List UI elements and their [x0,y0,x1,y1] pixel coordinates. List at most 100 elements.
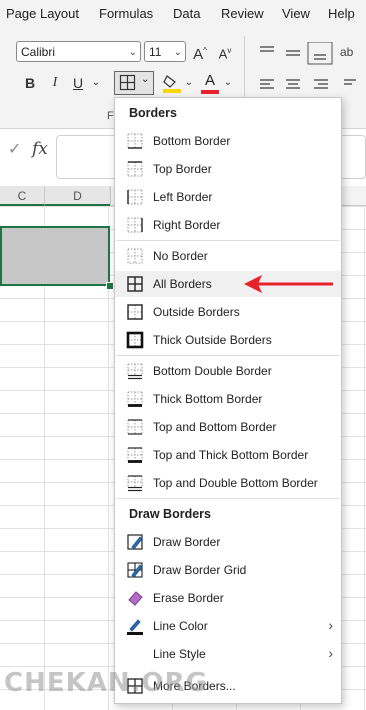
all-borders-icon [127,276,143,292]
paint-bucket-icon [163,75,181,93]
font-color-icon: A [205,72,216,89]
watermark: CHEKAN.ORG [4,668,208,698]
menu-item-label: Draw Border Grid [153,563,247,577]
ribbon-tab-bar: Page Layout Formulas Data Review View He… [0,0,366,30]
fill-color-button[interactable] [162,72,184,96]
menu-item-label: Draw Border [153,535,221,549]
chevron-down-icon[interactable]: ⌄ [222,72,234,94]
draw-border-icon [127,534,143,550]
no-border-icon [127,248,143,264]
eraser-icon [128,591,143,606]
selected-range[interactable] [0,226,110,286]
menu-item-label: Right Border [153,218,221,232]
font-color-bar [201,90,219,94]
menu-item-line-style[interactable]: Line Style › [115,641,341,667]
column-header-c[interactable]: C [0,186,44,206]
increase-font-icon: A [193,46,204,63]
tab-data[interactable]: Data [173,6,200,21]
font-size-value: 11 [149,45,162,59]
underline-button[interactable]: U [68,72,88,94]
menu-item-top-and-double-bottom-border[interactable]: Top and Double Bottom Border [115,470,341,496]
tab-help[interactable]: Help [328,6,355,21]
font-name-combo[interactable]: Calibri ⌄ [16,41,141,62]
thick-bottom-border-icon [127,391,143,407]
font-name-value: Calibri [21,45,56,59]
menu-item-no-border[interactable]: No Border [115,243,341,269]
top-and-double-bottom-border-icon [127,475,143,492]
menu-header-borders: Borders [129,106,177,120]
menu-item-label: Top and Double Bottom Border [153,476,318,490]
menu-item-right-border[interactable]: Right Border [115,212,341,238]
menu-item-top-border[interactable]: Top Border [115,156,341,182]
increase-font-size-button[interactable]: A^ [190,40,210,66]
chevron-down-icon[interactable]: ⌄ [183,72,195,94]
font-color-button[interactable]: A [200,72,222,96]
bottom-double-border-icon [127,363,143,380]
chevron-right-icon: › [328,617,333,633]
menu-item-draw-border-grid[interactable]: Draw Border Grid [115,557,341,583]
top-and-thick-bottom-border-icon [127,447,143,463]
line-color-icon [127,619,143,635]
borders-menu: Borders Bottom Border Top Border Left Bo… [114,97,342,704]
chevron-down-icon: ⌄ [173,47,182,58]
menu-item-label: Thick Bottom Border [153,392,263,406]
bottom-border-icon [127,133,143,149]
menu-item-label: Bottom Double Border [153,364,272,378]
tab-page-layout[interactable]: Page Layout [6,6,79,21]
menu-separator [117,240,339,241]
menu-item-thick-outside-borders[interactable]: Thick Outside Borders [115,327,341,353]
menu-item-top-and-thick-bottom-border[interactable]: Top and Thick Bottom Border [115,442,341,468]
menu-item-label: Line Style [153,647,206,661]
menu-item-label: All Borders [153,277,212,291]
menu-item-thick-bottom-border[interactable]: Thick Bottom Border [115,386,341,412]
all-borders-icon [119,74,136,91]
menu-item-label: Thick Outside Borders [153,333,272,347]
top-and-bottom-border-icon [127,419,143,435]
chevron-right-icon: › [328,645,333,661]
column-header-d[interactable]: D [44,186,110,206]
menu-item-label: Top and Bottom Border [153,420,277,434]
tab-formulas[interactable]: Formulas [99,6,153,21]
borders-button[interactable]: ⌄ [114,71,154,95]
right-border-icon [127,217,143,233]
menu-item-draw-border[interactable]: Draw Border [115,529,341,555]
chevron-down-icon[interactable]: ⌄ [89,72,103,94]
menu-separator [117,498,339,499]
menu-item-label: No Border [153,249,208,263]
svg-text:ab: ab [340,45,354,59]
menu-item-label: Bottom Border [153,134,231,148]
decrease-font-size-button[interactable]: Av [215,40,235,65]
chevron-down-icon: ⌄ [141,74,150,85]
left-border-icon [127,189,143,205]
font-size-combo[interactable]: 11 ⌄ [144,41,186,62]
tab-view[interactable]: View [282,6,310,21]
menu-item-all-borders[interactable]: All Borders [115,271,341,297]
menu-item-bottom-border[interactable]: Bottom Border [115,128,341,154]
menu-item-left-border[interactable]: Left Border [115,184,341,210]
menu-item-label: Top and Thick Bottom Border [153,448,309,462]
menu-item-label: Erase Border [153,591,224,605]
tab-review[interactable]: Review [221,6,264,21]
menu-item-line-color[interactable]: Line Color › [115,613,341,639]
menu-item-label: Left Border [153,190,213,204]
menu-item-bottom-double-border[interactable]: Bottom Double Border [115,358,341,384]
thick-outside-borders-icon [126,331,144,349]
menu-item-label: Outside Borders [153,305,240,319]
menu-item-top-and-bottom-border[interactable]: Top and Bottom Border [115,414,341,440]
menu-item-label: Top Border [153,162,212,176]
menu-item-label: Line Color [153,619,208,633]
fill-handle[interactable] [106,282,114,290]
outside-borders-icon [127,304,143,320]
top-border-icon [127,161,143,177]
menu-item-outside-borders[interactable]: Outside Borders [115,299,341,325]
italic-button[interactable]: I [45,72,65,94]
bold-button[interactable]: B [20,72,40,94]
menu-item-erase-border[interactable]: Erase Border [115,585,341,611]
insert-function-button[interactable]: fx [32,139,48,159]
draw-border-grid-icon [127,562,143,578]
menu-header-draw-borders: Draw Borders [129,507,211,521]
chevron-down-icon: ⌄ [128,47,137,58]
check-icon[interactable]: ✓ [8,139,21,159]
menu-separator [117,355,339,356]
group-label: F [107,110,114,122]
